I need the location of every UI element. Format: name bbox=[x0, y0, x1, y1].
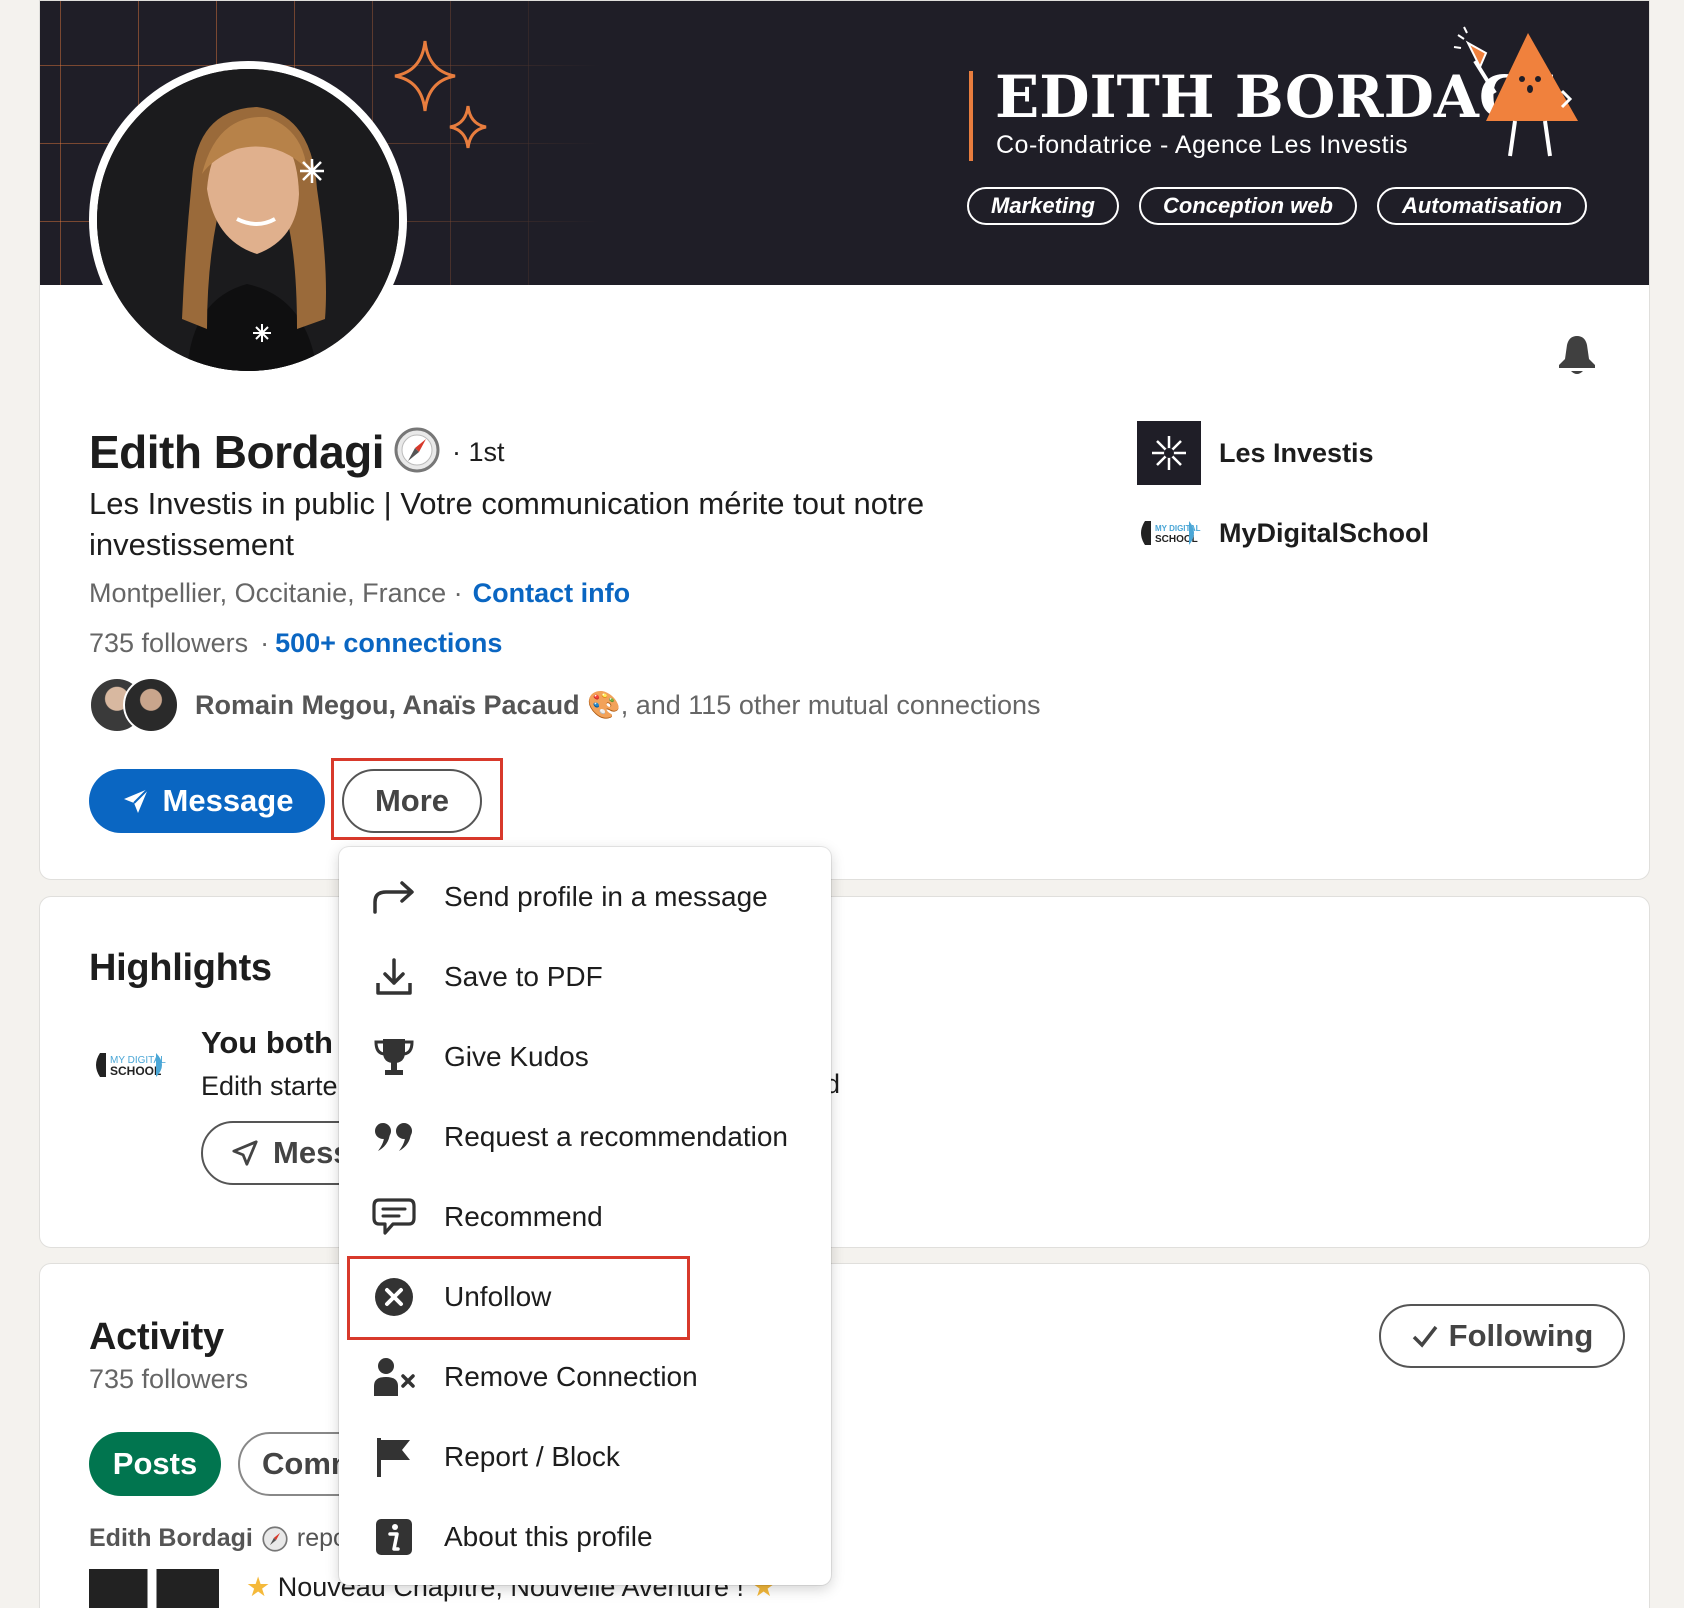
speech-bubble-icon bbox=[371, 1194, 417, 1240]
profile-card: EDITH BORDAGI Co-fondatrice - Agence Les… bbox=[39, 0, 1650, 880]
flag-icon bbox=[371, 1434, 417, 1480]
mutual-connections-text: Romain Megou, Anaïs Pacaud 🎨, and 115 ot… bbox=[195, 689, 1041, 721]
banner-tag-marketing: Marketing bbox=[967, 187, 1119, 225]
location-row: Montpellier, Occitanie, France · Contact… bbox=[89, 578, 630, 609]
message-button-label: Message bbox=[162, 783, 294, 818]
separator-dot: · bbox=[260, 628, 270, 658]
highlight-box-unfollow bbox=[347, 1256, 690, 1340]
menu-item-label: Report / Block bbox=[444, 1441, 620, 1472]
highlight-box-more bbox=[331, 758, 503, 840]
mutual-names: Romain Megou, Anaïs Pacaud bbox=[195, 690, 580, 720]
banner-subtitle: Co-fondatrice - Agence Les Investis bbox=[996, 131, 1409, 159]
banner-divider bbox=[969, 71, 973, 161]
compass-icon[interactable] bbox=[392, 425, 442, 475]
followers-count: 735 followers bbox=[89, 628, 249, 658]
activity-author: Edith Bordagi repo bbox=[89, 1524, 347, 1553]
post-thumbnail[interactable] bbox=[89, 1569, 219, 1608]
mutual-rest: , and 115 other mutual connections bbox=[620, 690, 1041, 720]
menu-item-label: Save to PDF bbox=[444, 961, 603, 992]
menu-item-recommend[interactable]: Recommend bbox=[339, 1177, 831, 1257]
followers-row: 735 followers · 500+ connections bbox=[89, 628, 502, 659]
activity-title: Activity bbox=[89, 1316, 224, 1358]
profile-headline: Les Investis in public | Votre communica… bbox=[89, 486, 925, 562]
menu-item-label: About this profile bbox=[444, 1521, 653, 1552]
palette-icon: 🎨 bbox=[587, 690, 621, 720]
mydigitalschool-logo: MY DIGITAL SCHOOL bbox=[1141, 521, 1201, 545]
menu-item-label: Request a recommendation bbox=[444, 1121, 788, 1152]
trophy-icon bbox=[371, 1034, 417, 1080]
following-label: Following bbox=[1448, 1318, 1594, 1353]
sparkle-icon bbox=[1152, 436, 1186, 470]
menu-item-request-recommendation[interactable]: Request a recommendation bbox=[339, 1097, 831, 1177]
highlight-description: Edith starte bbox=[201, 1071, 338, 1101]
highlight-title: You both bbox=[201, 1025, 333, 1060]
company-mydigitalschool[interactable]: MY DIGITAL SCHOOL MyDigitalSchool bbox=[1137, 515, 1429, 551]
following-button[interactable]: Following bbox=[1379, 1304, 1625, 1368]
author-name: Edith Bordagi bbox=[89, 1524, 253, 1552]
share-arrow-icon bbox=[371, 874, 417, 920]
highlights-title: Highlights bbox=[89, 947, 272, 989]
mutual-avatars bbox=[89, 677, 181, 733]
company-les-investis[interactable]: Les Investis bbox=[1137, 421, 1374, 485]
svg-text:SCHOOL: SCHOOL bbox=[110, 1064, 161, 1078]
avatar bbox=[123, 677, 179, 733]
tab-posts[interactable]: Posts bbox=[89, 1432, 221, 1496]
activity-followers: 735 followers bbox=[89, 1364, 249, 1394]
bell-icon[interactable] bbox=[1555, 333, 1599, 377]
banner-tag-conception-web: Conception web bbox=[1139, 187, 1357, 225]
send-icon bbox=[232, 1140, 258, 1166]
menu-item-about-profile[interactable]: About this profile bbox=[339, 1497, 831, 1577]
profile-photo-image bbox=[97, 69, 399, 371]
profile-photo[interactable] bbox=[89, 61, 407, 379]
info-icon bbox=[371, 1514, 417, 1560]
menu-item-report-block[interactable]: Report / Block bbox=[339, 1417, 831, 1497]
checkmark-icon bbox=[1412, 1325, 1438, 1348]
company-name: Les Investis bbox=[1219, 437, 1374, 468]
mascot-illustration bbox=[1453, 26, 1578, 157]
profile-name: Edith Bordagi bbox=[89, 426, 385, 478]
menu-item-remove-connection[interactable]: Remove Connection bbox=[339, 1337, 831, 1417]
contact-info-link[interactable]: Contact info bbox=[473, 578, 630, 609]
menu-item-send-profile[interactable]: Send profile in a message bbox=[339, 857, 831, 937]
send-icon bbox=[123, 788, 149, 813]
menu-item-give-kudos[interactable]: Give Kudos bbox=[339, 1017, 831, 1097]
mydigitalschool-logo: MY DIGITAL SCHOOL bbox=[96, 1053, 166, 1078]
download-icon bbox=[371, 954, 417, 1000]
remove-person-icon bbox=[371, 1354, 417, 1400]
menu-item-save-pdf[interactable]: Save to PDF bbox=[339, 937, 831, 1017]
quote-icon bbox=[371, 1114, 417, 1160]
les-investis-logo bbox=[1137, 421, 1201, 485]
mutual-connections[interactable]: Romain Megou, Anaïs Pacaud 🎨, and 115 ot… bbox=[89, 677, 1041, 733]
compass-icon bbox=[262, 1525, 288, 1552]
location-text: Montpellier, Occitanie, France · bbox=[89, 578, 463, 608]
activity-card: Activity 735 followers Following Posts C… bbox=[39, 1263, 1650, 1608]
highlights-card: Highlights MY DIGITAL SCHOOL You both Ed… bbox=[39, 896, 1650, 1248]
menu-item-label: Remove Connection bbox=[444, 1361, 698, 1392]
sparkle-icon bbox=[394, 40, 487, 149]
connections-link[interactable]: 500+ connections bbox=[275, 628, 502, 659]
menu-item-label: Recommend bbox=[444, 1201, 603, 1232]
connection-degree: · 1st bbox=[452, 437, 505, 467]
banner-tag-automatisation: Automatisation bbox=[1377, 187, 1587, 225]
menu-item-label: Send profile in a message bbox=[444, 881, 768, 912]
message-button[interactable]: Message bbox=[89, 769, 325, 833]
more-dropdown-menu: Send profile in a message Save to PDF Gi… bbox=[339, 847, 831, 1585]
menu-item-label: Give Kudos bbox=[444, 1041, 589, 1072]
company-name: MyDigitalSchool bbox=[1219, 517, 1430, 548]
star-icon: ★ bbox=[246, 1572, 271, 1602]
